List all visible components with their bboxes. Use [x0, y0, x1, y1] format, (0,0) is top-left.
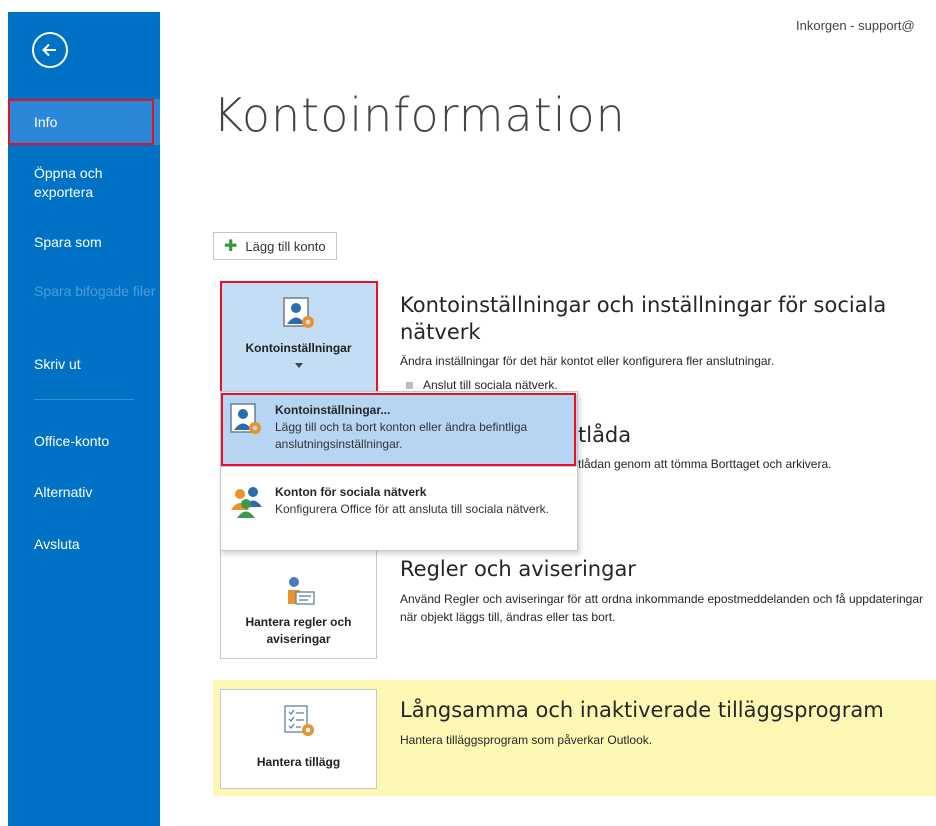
- account-settings-description: Ändra inställningar för det här kontot e…: [400, 354, 775, 368]
- social-accounts-icon: [231, 487, 262, 518]
- back-button[interactable]: [32, 32, 68, 68]
- page-title: Kontoinformation: [213, 88, 626, 142]
- window-title: Inkorgen - support@: [796, 18, 915, 33]
- bullet-icon: [406, 382, 413, 390]
- nav-save-attachments-label: Spara bifogade filer: [34, 283, 156, 299]
- nav-open-export-label: Öppna och exportera: [34, 165, 103, 200]
- addins-title: Långsamma och inaktiverade tilläggsprogr…: [400, 698, 884, 722]
- manage-addins-icon: [283, 705, 314, 736]
- nav-save-as[interactable]: Spara som: [8, 233, 160, 252]
- nav-options[interactable]: Alternativ: [8, 483, 160, 502]
- rules-description: Använd Regler och aviseringar för att or…: [400, 592, 923, 624]
- nav-print-label: Skriv ut: [34, 356, 81, 372]
- plus-icon: ✚: [224, 238, 238, 255]
- add-account-button[interactable]: ✚ Lägg till konto: [213, 232, 337, 260]
- nav-office-account[interactable]: Office-konto: [8, 432, 160, 451]
- nav-options-label: Alternativ: [34, 484, 93, 500]
- nav-office-account-label: Office-konto: [34, 433, 110, 449]
- social-networks-link-label: Anslut till sociala nätverk.: [423, 378, 558, 392]
- nav-info[interactable]: Info: [8, 99, 160, 145]
- account-settings-tile-highlight: [220, 281, 378, 393]
- add-account-label: Lägg till konto: [245, 238, 326, 254]
- manage-addins-tile-label: Hantera tillägg: [256, 755, 341, 769]
- manage-addins-tile[interactable]: Hantera tillägg: [220, 689, 377, 789]
- account-settings-title: Kontoinställningar och inställningar för…: [400, 293, 887, 344]
- mailbox-title: tlåda: [578, 423, 632, 447]
- menu-item-social-accounts-text: Konton för sociala nätverk Konfigurera O…: [275, 484, 549, 546]
- menu-item-social-accounts-description: Konfigurera Office för att ansluta till …: [275, 502, 549, 516]
- menu-item-social-accounts[interactable]: Konton för sociala nätverk Konfigurera O…: [221, 476, 577, 546]
- nav-exit-label: Avsluta: [34, 536, 80, 552]
- back-arrow-icon: [42, 43, 56, 57]
- rules-title: Regler och aviseringar: [400, 557, 636, 581]
- nav-save-as-label: Spara som: [34, 234, 102, 250]
- menu-item-social-accounts-title: Konton för sociala nätverk: [275, 485, 427, 499]
- nav-save-attachments: Spara bifogade filer: [8, 282, 158, 301]
- info-highlight: [8, 99, 154, 145]
- backstage-sidebar: Info Öppna och exportera Spara som Spara…: [8, 12, 160, 826]
- nav-exit[interactable]: Avsluta: [8, 535, 160, 554]
- nav-print[interactable]: Skriv ut: [8, 355, 160, 374]
- rules-alerts-icon: [287, 577, 315, 605]
- sidebar-divider: [34, 399, 134, 400]
- manage-rules-tile-label: Hantera regler och aviseringar: [245, 615, 352, 646]
- manage-rules-tile[interactable]: Hantera regler och aviseringar: [220, 547, 377, 659]
- addins-description: Hantera tilläggsprogram som påverkar Out…: [400, 733, 653, 747]
- mailbox-description: tlådan genom att tömma Borttaget och ark…: [578, 457, 832, 471]
- nav-open-export[interactable]: Öppna och exportera: [8, 164, 118, 202]
- menu-item-highlight: [221, 393, 576, 466]
